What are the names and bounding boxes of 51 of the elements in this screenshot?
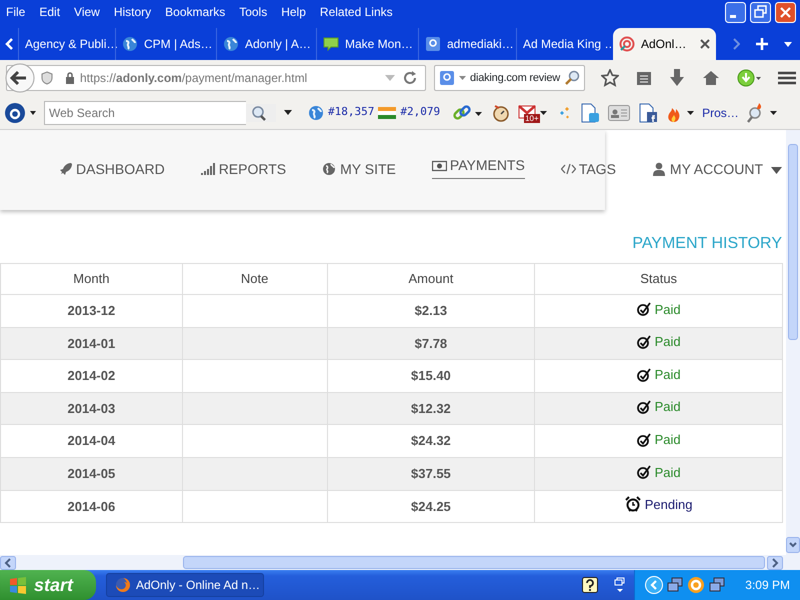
table-cell: 2014-06 [0,490,182,523]
column-header: Month [0,264,182,294]
nav-link[interactable]: DASHBOARD [58,158,165,182]
status-text: Paid [654,333,681,352]
url-text: https://adonly.com/payment/manager.html [80,70,308,87]
table-cell: $2.13 [327,294,535,328]
table-cell: 2014-03 [0,392,182,425]
search-field[interactable]: diaking.com review [434,65,585,91]
menu-item[interactable]: View [74,3,100,21]
table-cell: $15.40 [327,360,535,392]
web-search-field[interactable]: Web Search [44,100,246,124]
menu-item[interactable]: History [114,3,152,21]
status-text: Pending [644,496,692,514]
browser-tab[interactable]: AdOnl… [613,28,716,60]
taskbar-button[interactable]: AdOnly - Online Ad n… [106,573,264,597]
column-header: Amount [327,264,535,294]
pros-link[interactable]: Pros… [702,104,739,122]
menu-item[interactable]: Bookmarks [165,3,226,21]
menu-item[interactable]: Related Links [320,3,393,21]
address-bar[interactable]: https://adonly.com/payment/manager.html [6,65,426,91]
table-cell: $24.32 [327,424,535,458]
status-text: Paid [654,464,681,482]
nav-link[interactable]: REPORTS [200,158,286,182]
nav-link[interactable]: MY SITE [322,158,396,182]
table-cell: 2014-01 [0,327,182,360]
table-cell: 2014-02 [0,360,182,392]
column-header: Note [182,264,328,294]
table-cell: 2013-12 [0,294,182,328]
table-cell: $7.78 [327,327,535,360]
table-cell: $24.25 [327,490,535,523]
table-cell: $12.32 [327,392,535,425]
status-text: Paid [654,366,681,384]
country-rank-text: #2,079 [400,104,440,120]
column-header: Status [534,264,782,294]
menu-item[interactable]: Tools [239,3,268,21]
menu-item[interactable]: Edit [39,3,60,21]
section-heading: PAYMENT HISTORY [631,234,783,254]
menu-item[interactable]: File [6,3,26,21]
clock-text: 3:09 PM [745,577,790,594]
nav-link[interactable]: MY ACCOUNT [652,158,763,182]
nav-link[interactable]: PAYMENTS [432,155,525,179]
table-cell: $37.55 [327,457,535,490]
table-cell: 2014-05 [0,457,182,490]
menu-item[interactable]: Help [281,3,306,21]
global-rank-text: #18,357 [328,104,374,120]
mail-count-badge: 10+ [524,114,540,122]
table-cell: 2014-04 [0,424,182,458]
nav-link[interactable]: TAGS [560,158,616,182]
status-text: Paid [654,398,681,416]
status-text: Paid [654,431,681,450]
status-text: Paid [654,300,681,319]
